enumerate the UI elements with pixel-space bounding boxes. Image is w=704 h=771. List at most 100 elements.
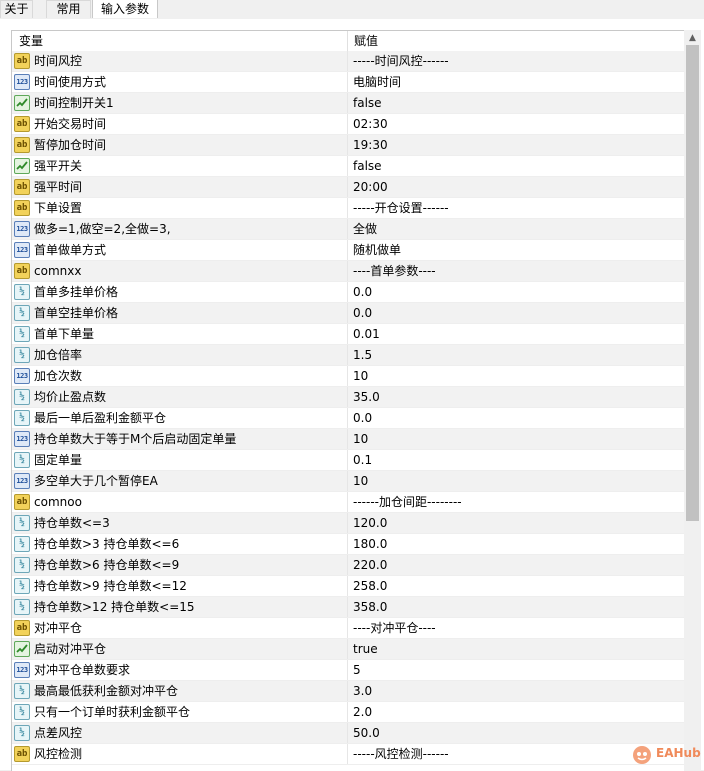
table-row[interactable]: ab 风控检测 -----风控检测------ (12, 744, 684, 765)
table-row[interactable]: 时间控制开关1 false (12, 93, 684, 114)
variable-value[interactable]: -----开仓设置------ (353, 198, 449, 219)
value-cell[interactable]: ------加仓间距-------- (347, 492, 684, 513)
variable-value[interactable]: -----时间风控------ (353, 51, 449, 72)
value-cell[interactable]: 50.0 (347, 723, 684, 744)
variable-cell[interactable]: ab 强平时间 (12, 177, 347, 198)
tab-about[interactable]: 关于 (0, 0, 33, 18)
variable-cell[interactable]: ½ 均价止盈点数 (12, 387, 347, 408)
table-row[interactable]: 强平开关 false (12, 156, 684, 177)
value-cell[interactable]: 电脑时间 (347, 72, 684, 93)
variable-cell[interactable]: 123 对冲平仓单数要求 (12, 660, 347, 681)
value-cell[interactable]: false (347, 156, 684, 177)
variable-value[interactable]: 0.0 (353, 408, 372, 429)
tab-common[interactable]: 常用 (46, 0, 91, 18)
variable-cell[interactable]: ½ 持仓单数>12 持仓单数<=15 (12, 597, 347, 618)
value-cell[interactable]: -----开仓设置------ (347, 198, 684, 219)
table-row[interactable]: ab 时间风控 -----时间风控------ (12, 51, 684, 72)
variable-value[interactable]: ----对冲平仓---- (353, 618, 436, 639)
value-cell[interactable]: 120.0 (347, 513, 684, 534)
variable-value[interactable]: ----首单参数---- (353, 261, 436, 282)
variable-value[interactable]: 02:30 (353, 114, 388, 135)
table-row[interactable]: ½ 只有一个订单时获利金额平仓 2.0 (12, 702, 684, 723)
variable-cell[interactable]: 123 首单做单方式 (12, 240, 347, 261)
variable-value[interactable]: 258.0 (353, 576, 387, 597)
table-row[interactable]: 123 首单做单方式 随机做单 (12, 240, 684, 261)
value-cell[interactable]: 0.1 (347, 450, 684, 471)
variable-value[interactable]: 3.0 (353, 681, 372, 702)
value-cell[interactable]: 10 (347, 429, 684, 450)
variable-value[interactable]: false (353, 156, 382, 177)
variable-value[interactable]: 10 (353, 429, 368, 450)
variable-value[interactable]: 电脑时间 (353, 72, 401, 93)
value-cell[interactable]: 0.0 (347, 303, 684, 324)
table-row[interactable]: ½ 首单空挂单价格 0.0 (12, 303, 684, 324)
value-cell[interactable]: 358.0 (347, 597, 684, 618)
table-row[interactable]: ab 对冲平仓 ----对冲平仓---- (12, 618, 684, 639)
variable-cell[interactable]: ½ 持仓单数<=3 (12, 513, 347, 534)
variable-cell[interactable]: ½ 加仓倍率 (12, 345, 347, 366)
value-cell[interactable]: 220.0 (347, 555, 684, 576)
table-row[interactable]: 123 持仓单数大于等于M个后启动固定单量 10 (12, 429, 684, 450)
variable-cell[interactable]: ½ 固定单量 (12, 450, 347, 471)
table-row[interactable]: ab 暂停加仓时间 19:30 (12, 135, 684, 156)
variable-cell[interactable]: 123 持仓单数大于等于M个后启动固定单量 (12, 429, 347, 450)
table-row[interactable]: ½ 持仓单数<=3 120.0 (12, 513, 684, 534)
variable-value[interactable]: -----风控检测------ (353, 744, 449, 765)
value-cell[interactable]: -----时间风控------ (347, 51, 684, 72)
table-row[interactable]: ab 强平时间 20:00 (12, 177, 684, 198)
variable-cell[interactable]: ½ 只有一个订单时获利金额平仓 (12, 702, 347, 723)
column-header-value[interactable]: 赋值 (354, 31, 378, 51)
variable-cell[interactable]: 启动对冲平仓 (12, 639, 347, 660)
value-cell[interactable]: 0.0 (347, 282, 684, 303)
table-row[interactable]: ½ 持仓单数>6 持仓单数<=9 220.0 (12, 555, 684, 576)
table-row[interactable]: ½ 固定单量 0.1 (12, 450, 684, 471)
variable-cell[interactable]: ½ 持仓单数>3 持仓单数<=6 (12, 534, 347, 555)
column-header-variable[interactable]: 变量 (19, 31, 43, 51)
value-cell[interactable]: 2.0 (347, 702, 684, 723)
table-row[interactable]: ½ 持仓单数>3 持仓单数<=6 180.0 (12, 534, 684, 555)
variable-cell[interactable]: ab comnxx (12, 261, 347, 282)
table-row[interactable]: ab comnxx ----首单参数---- (12, 261, 684, 282)
table-row[interactable]: ½ 点差风控 50.0 (12, 723, 684, 744)
table-row[interactable]: ½ 持仓单数>12 持仓单数<=15 358.0 (12, 597, 684, 618)
table-row[interactable]: ab 下单设置 -----开仓设置------ (12, 198, 684, 219)
variable-value[interactable]: 10 (353, 471, 368, 492)
value-cell[interactable]: 10 (347, 366, 684, 387)
table-row[interactable]: ½ 持仓单数>9 持仓单数<=12 258.0 (12, 576, 684, 597)
variable-cell[interactable]: 123 多空单大于几个暂停EA (12, 471, 347, 492)
table-row[interactable]: 123 对冲平仓单数要求 5 (12, 660, 684, 681)
variable-cell[interactable]: ½ 持仓单数>6 持仓单数<=9 (12, 555, 347, 576)
column-divider[interactable] (347, 31, 348, 52)
variable-value[interactable]: 220.0 (353, 555, 387, 576)
table-row[interactable]: 123 时间使用方式 电脑时间 (12, 72, 684, 93)
variable-cell[interactable]: 123 加仓次数 (12, 366, 347, 387)
variable-value[interactable]: 5 (353, 660, 361, 681)
variable-cell[interactable]: ab 暂停加仓时间 (12, 135, 347, 156)
table-row[interactable]: 启动对冲平仓 true (12, 639, 684, 660)
value-cell[interactable]: ----首单参数---- (347, 261, 684, 282)
value-cell[interactable]: 19:30 (347, 135, 684, 156)
value-cell[interactable]: true (347, 639, 684, 660)
value-cell[interactable]: 10 (347, 471, 684, 492)
value-cell[interactable]: ----对冲平仓---- (347, 618, 684, 639)
variable-value[interactable]: 0.0 (353, 303, 372, 324)
variable-cell[interactable]: 123 时间使用方式 (12, 72, 347, 93)
vertical-scrollbar[interactable]: ▲ (684, 30, 701, 770)
table-row[interactable]: 123 多空单大于几个暂停EA 10 (12, 471, 684, 492)
variable-value[interactable]: 全做 (353, 219, 377, 240)
variable-value[interactable]: 358.0 (353, 597, 387, 618)
table-row[interactable]: ½ 均价止盈点数 35.0 (12, 387, 684, 408)
variable-value[interactable]: 0.01 (353, 324, 380, 345)
variable-cell[interactable]: ab 开始交易时间 (12, 114, 347, 135)
scroll-thumb[interactable] (686, 45, 699, 521)
variable-value[interactable]: 随机做单 (353, 240, 401, 261)
table-row[interactable]: ½ 加仓倍率 1.5 (12, 345, 684, 366)
table-row[interactable]: 123 做多=1,做空=2,全做=3, 全做 (12, 219, 684, 240)
variable-cell[interactable]: ½ 首单空挂单价格 (12, 303, 347, 324)
table-row[interactable]: ½ 首单下单量 0.01 (12, 324, 684, 345)
variable-cell[interactable]: ½ 持仓单数>9 持仓单数<=12 (12, 576, 347, 597)
variable-cell[interactable]: ab comnoo (12, 492, 347, 513)
table-row[interactable]: 123 加仓次数 10 (12, 366, 684, 387)
variable-value[interactable]: ------加仓间距-------- (353, 492, 462, 513)
tab-inputs[interactable]: 输入参数 (92, 0, 158, 18)
